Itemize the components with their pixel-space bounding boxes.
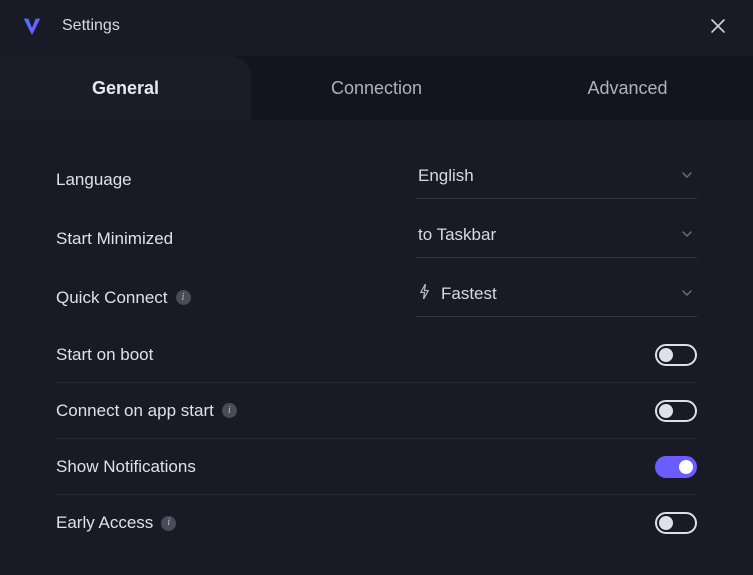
connect-on-start-label-text: Connect on app start (56, 401, 214, 421)
tabstrip: General Connection Advanced (0, 56, 753, 120)
row-quick-connect: Quick Connect i Fastest (56, 268, 697, 327)
tab-connection[interactable]: Connection (251, 56, 502, 120)
info-icon[interactable]: i (222, 403, 237, 418)
row-early-access: Early Access i (56, 495, 697, 551)
window-title: Settings (62, 17, 703, 35)
chevron-down-icon (681, 166, 693, 186)
info-icon[interactable]: i (176, 290, 191, 305)
chevron-down-icon (681, 284, 693, 304)
start-on-boot-label: Start on boot (56, 345, 416, 365)
show-notifications-label: Show Notifications (56, 457, 416, 477)
tab-advanced[interactable]: Advanced (502, 56, 753, 120)
bolt-icon (418, 284, 431, 304)
language-value: English (418, 166, 474, 186)
start-on-boot-toggle[interactable] (655, 344, 697, 366)
tab-general[interactable]: General (0, 56, 251, 120)
connect-on-start-toggle[interactable] (655, 400, 697, 422)
row-language: Language English (56, 150, 697, 209)
row-connect-on-start: Connect on app start i (56, 383, 697, 439)
early-access-toggle[interactable] (655, 512, 697, 534)
settings-panel: Language English Start Minimized to Task… (0, 120, 753, 571)
quick-connect-value: Fastest (418, 284, 497, 304)
quick-connect-select[interactable]: Fastest (416, 278, 697, 317)
row-show-notifications: Show Notifications (56, 439, 697, 495)
row-start-on-boot: Start on boot (56, 327, 697, 383)
chevron-down-icon (681, 225, 693, 245)
show-notifications-toggle[interactable] (655, 456, 697, 478)
connect-on-start-label: Connect on app start i (56, 401, 416, 421)
info-icon[interactable]: i (161, 516, 176, 531)
row-start-minimized: Start Minimized to Taskbar (56, 209, 697, 268)
start-minimized-select[interactable]: to Taskbar (416, 219, 697, 258)
close-icon (710, 18, 726, 34)
quick-connect-label-text: Quick Connect (56, 288, 168, 308)
close-button[interactable] (703, 11, 733, 41)
app-logo-icon (20, 14, 44, 38)
language-select[interactable]: English (416, 160, 697, 199)
early-access-label-text: Early Access (56, 513, 153, 533)
start-minimized-label: Start Minimized (56, 229, 416, 249)
titlebar: Settings (0, 0, 753, 52)
start-minimized-value: to Taskbar (418, 225, 496, 245)
quick-connect-label: Quick Connect i (56, 288, 416, 308)
early-access-label: Early Access i (56, 513, 416, 533)
language-label: Language (56, 170, 416, 190)
quick-connect-value-text: Fastest (441, 284, 497, 304)
